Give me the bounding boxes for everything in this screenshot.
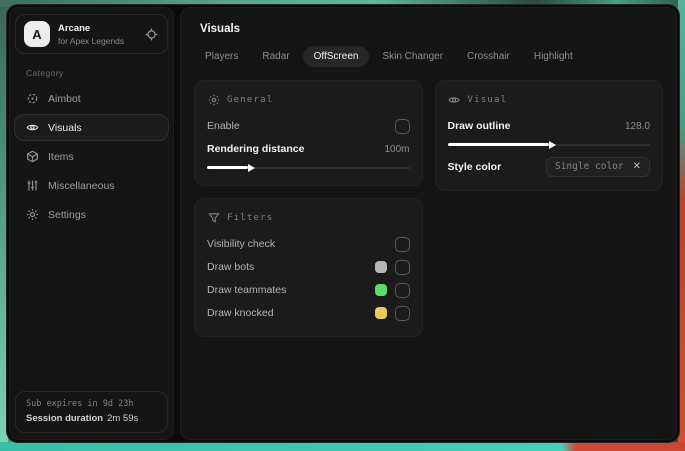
draw-teammates-row: Draw teammates bbox=[207, 279, 410, 301]
game-background-strip bbox=[0, 442, 685, 451]
tab-radar[interactable]: Radar bbox=[251, 46, 300, 67]
style-color-select[interactable]: Single color ✕ bbox=[545, 157, 650, 177]
rendering-distance-slider[interactable] bbox=[207, 163, 410, 172]
aimbot-icon bbox=[26, 92, 39, 105]
visuals-eye-icon bbox=[26, 121, 39, 134]
app-logo-card: A Arcane for Apex Legends bbox=[15, 14, 168, 54]
session-duration-text: Session duration 2m 59s bbox=[26, 413, 157, 424]
slider-fill bbox=[207, 163, 254, 172]
sidebar-item-settings[interactable]: Settings bbox=[14, 201, 169, 228]
funnel-icon bbox=[207, 211, 220, 224]
sidebar-item-label: Aimbot bbox=[48, 92, 81, 105]
eye-icon bbox=[448, 93, 461, 106]
draw-bots-color-swatch[interactable] bbox=[374, 261, 387, 273]
draw-outline-label: Draw outline bbox=[447, 120, 511, 132]
slider-fill bbox=[447, 140, 557, 149]
sub-expires-text: Sub expires in 9d 23h bbox=[26, 399, 134, 409]
sidebar-item-label: Settings bbox=[48, 208, 86, 221]
main-panel: Visuals Players Radar OffScreen Skin Cha… bbox=[180, 7, 677, 440]
draw-teammates-label: Draw teammates bbox=[207, 284, 287, 296]
close-icon[interactable]: ✕ bbox=[633, 161, 641, 172]
gear-icon bbox=[26, 208, 39, 221]
draw-outline-slider[interactable] bbox=[447, 140, 650, 149]
draw-bots-row: Draw bots bbox=[207, 256, 410, 278]
tab-crosshair[interactable]: Crosshair bbox=[456, 46, 521, 67]
rendering-distance-value: 100m bbox=[384, 143, 410, 155]
cube-icon bbox=[26, 150, 39, 163]
draw-bots-checkbox[interactable] bbox=[394, 259, 410, 275]
sidebar-item-aimbot[interactable]: Aimbot bbox=[14, 85, 169, 112]
tab-players[interactable]: Players bbox=[194, 46, 249, 67]
app-window: A Arcane for Apex Legends Category Aimbo… bbox=[6, 4, 680, 443]
app-subtitle: for Apex Legends bbox=[58, 35, 125, 46]
visibility-check-row: Visibility check bbox=[207, 233, 410, 255]
screen: A Arcane for Apex Legends Category Aimbo… bbox=[0, 0, 685, 451]
visibility-check-label: Visibility check bbox=[207, 238, 276, 250]
draw-outline-value: 128.0 bbox=[624, 120, 650, 132]
panel-title: Filters bbox=[227, 212, 274, 223]
app-logo: A bbox=[24, 21, 50, 47]
draw-knocked-row: Draw knocked bbox=[207, 302, 410, 324]
style-color-row: Style color Single color ✕ bbox=[447, 156, 650, 178]
enable-label: Enable bbox=[207, 120, 240, 132]
sidebar-item-label: Visuals bbox=[48, 121, 82, 134]
sidebar-item-miscellaneous[interactable]: Miscellaneous bbox=[14, 172, 169, 199]
visibility-check-checkbox[interactable] bbox=[394, 236, 410, 252]
sidebar-item-label: Items bbox=[48, 150, 74, 163]
tab-skin-changer[interactable]: Skin Changer bbox=[371, 46, 454, 67]
crosshair-icon[interactable] bbox=[143, 26, 159, 42]
app-name: Arcane bbox=[58, 22, 91, 34]
category-label: Category bbox=[26, 68, 64, 78]
tab-bar: Players Radar OffScreen Skin Changer Cro… bbox=[194, 46, 666, 67]
style-color-label: Style color bbox=[447, 161, 502, 173]
draw-bots-label: Draw bots bbox=[207, 261, 255, 273]
general-panel: General Enable Rendering distance 100m bbox=[194, 80, 423, 186]
session-duration-value: 2m 59s bbox=[107, 413, 139, 424]
enable-row: Enable bbox=[207, 115, 410, 137]
sidebar-item-items[interactable]: Items bbox=[14, 143, 169, 170]
sun-icon bbox=[207, 93, 220, 106]
draw-knocked-label: Draw knocked bbox=[207, 307, 274, 319]
rendering-distance-row: Rendering distance 100m bbox=[207, 138, 410, 160]
draw-knocked-checkbox[interactable] bbox=[394, 305, 410, 321]
sidebar-item-label: Miscellaneous bbox=[48, 179, 115, 192]
sidebar-nav: Aimbot Visuals Items Miscellaneous Setti… bbox=[13, 85, 170, 228]
draw-teammates-checkbox[interactable] bbox=[394, 282, 410, 298]
panel-title: General bbox=[227, 94, 274, 105]
enable-checkbox[interactable] bbox=[394, 118, 410, 134]
filters-panel: Filters Visibility check Draw bots Draw … bbox=[194, 198, 423, 337]
tab-offscreen[interactable]: OffScreen bbox=[302, 46, 370, 67]
session-duration-label: Session duration bbox=[26, 413, 104, 424]
content-grid: General Enable Rendering distance 100m F… bbox=[191, 80, 666, 337]
rendering-distance-label: Rendering distance bbox=[207, 143, 305, 155]
draw-outline-row: Draw outline 128.0 bbox=[448, 115, 651, 137]
visual-panel: Visual Draw outline 128.0 Style color Si… bbox=[434, 80, 663, 191]
subscription-info-card: Sub expires in 9d 23h Session duration 2m… bbox=[15, 391, 168, 433]
draw-knocked-color-swatch[interactable] bbox=[374, 307, 387, 319]
draw-teammates-color-swatch[interactable] bbox=[374, 284, 387, 296]
tab-highlight[interactable]: Highlight bbox=[523, 46, 584, 67]
sidebar-item-visuals[interactable]: Visuals bbox=[14, 114, 169, 141]
style-color-value: Single color bbox=[554, 161, 624, 172]
sliders-icon bbox=[26, 179, 39, 192]
page-title: Visuals bbox=[200, 23, 241, 35]
sidebar: A Arcane for Apex Legends Category Aimbo… bbox=[9, 7, 174, 440]
panel-title: Visual bbox=[467, 94, 508, 105]
